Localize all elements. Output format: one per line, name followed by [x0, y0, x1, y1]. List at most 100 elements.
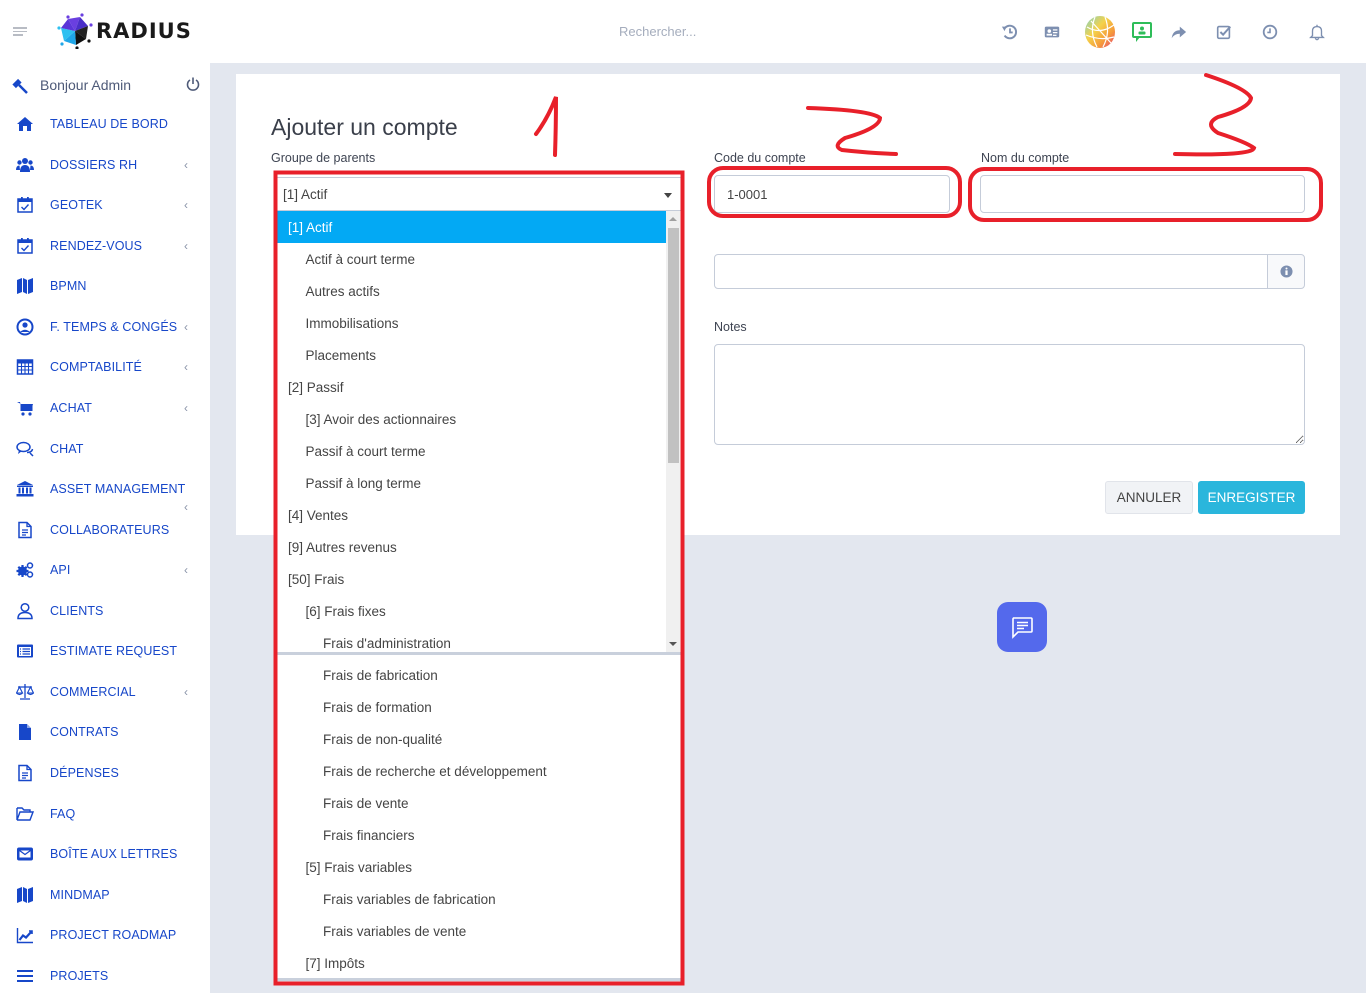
- checkbox-icon[interactable]: [1208, 16, 1240, 48]
- sidebar-item-comptabilite[interactable]: COMPTABILITÉ ‹: [0, 349, 210, 385]
- id-card-icon[interactable]: [1036, 16, 1068, 48]
- sidebar-item-boite-aux-lettres[interactable]: BOÎTE AUX LETTRES: [0, 836, 210, 872]
- dropdown-option[interactable]: Frais de vente: [276, 787, 666, 819]
- dropdown-option[interactable]: Frais variables de vente: [276, 915, 666, 947]
- sidebar-item-label: ACHAT: [50, 401, 92, 415]
- account-name-label: Nom du compte: [981, 151, 1070, 165]
- dropdown-option[interactable]: [50] Frais: [276, 563, 666, 595]
- power-icon[interactable]: [185, 76, 201, 92]
- chat-button[interactable]: [997, 602, 1047, 652]
- sidebar-item-bpmn[interactable]: BPMN: [0, 268, 210, 304]
- scrollbar-thumb[interactable]: [668, 228, 679, 463]
- dropdown-option[interactable]: Immobilisations: [276, 307, 666, 339]
- home-icon: [16, 115, 34, 133]
- dropdown-option[interactable]: Frais de fabrication: [276, 659, 666, 691]
- info-icon: [1279, 265, 1293, 278]
- sidebar-item-label: GEOTEK: [50, 198, 103, 212]
- sidebar-item-label: DOSSIERS RH: [50, 158, 138, 172]
- share-icon[interactable]: [1162, 16, 1194, 48]
- dropdown-option[interactable]: Frais financiers: [276, 819, 666, 851]
- sidebar-item-collaborateurs[interactable]: COLLABORATEURS: [0, 512, 210, 548]
- search-input[interactable]: [619, 24, 819, 39]
- sidebar-item-label: COMPTABILITÉ: [50, 360, 142, 374]
- globe-logo-icon[interactable]: [1083, 15, 1117, 49]
- dropdown-overflow-list: Frais de fabrication Frais de formation Fr…: [276, 655, 681, 980]
- sidebar-item-depenses[interactable]: DÉPENSES: [0, 755, 210, 791]
- dropdown-option[interactable]: [6] Frais fixes: [276, 595, 666, 627]
- dropdown-option[interactable]: [9] Autres revenus: [276, 531, 666, 563]
- parent-group-select[interactable]: [1] Actif: [274, 177, 682, 211]
- save-button[interactable]: ENREGISTER: [1198, 481, 1305, 514]
- extra-field-input[interactable]: [714, 254, 1268, 289]
- map-icon: [16, 277, 34, 295]
- notes-textarea[interactable]: [714, 344, 1305, 445]
- hamburger-menu-icon[interactable]: [13, 27, 27, 37]
- line-chart-icon: [16, 926, 34, 944]
- dropdown-option[interactable]: Autres actifs: [276, 275, 666, 307]
- sidebar-item-commercial[interactable]: COMMERCIAL ‹: [0, 674, 210, 710]
- gavel-icon: [12, 78, 28, 94]
- sidebar-item-label: F. TEMPS & CONGÉS: [50, 320, 178, 334]
- sidebar-item-label: TABLEAU DE BORD: [50, 117, 168, 131]
- dropdown-option[interactable]: [5] Frais variables: [276, 851, 666, 883]
- sidebar-item-mindmap[interactable]: MINDMAP: [0, 877, 210, 913]
- sidebar-item-project-roadmap[interactable]: PROJECT ROADMAP: [0, 917, 210, 953]
- account-code-label: Code du compte: [714, 151, 806, 165]
- sidebar-item-label: PROJETS: [50, 969, 109, 983]
- calculator-icon: [16, 358, 34, 376]
- top-bar: RADIUS: [0, 0, 1366, 63]
- sidebar-item-asset-management[interactable]: ASSET MANAGEMENT ‹: [0, 471, 210, 514]
- parent-group-value: [1] Actif: [283, 187, 328, 202]
- scroll-up-icon[interactable]: [669, 217, 677, 221]
- dropdown-option[interactable]: [4] Ventes: [276, 499, 666, 531]
- sidebar-item-label: ASSET MANAGEMENT: [50, 482, 186, 496]
- presentation-user-icon[interactable]: [1126, 16, 1158, 48]
- sidebar-item-dossiers-rh[interactable]: DOSSIERS RH ‹: [0, 147, 210, 183]
- dropdown-option[interactable]: [1] Actif: [276, 211, 666, 243]
- dropdown-option[interactable]: Actif à court terme: [276, 243, 666, 275]
- sidebar-item-f-temps-conges[interactable]: F. TEMPS & CONGÉS ‹: [0, 309, 210, 345]
- sidebar-item-label: ESTIMATE REQUEST: [50, 644, 178, 658]
- sidebar-item-chat[interactable]: CHAT: [0, 431, 210, 467]
- account-name-input[interactable]: [980, 175, 1305, 213]
- sidebar-item-tableau-de-bord[interactable]: TABLEAU DE BORD: [0, 106, 210, 142]
- chevron-left-icon: ‹: [184, 158, 188, 172]
- sidebar-item-contrats[interactable]: CONTRATS: [0, 714, 210, 750]
- caret-down-icon: [664, 193, 672, 198]
- history-icon[interactable]: [994, 16, 1026, 48]
- balance-scale-icon: [16, 683, 34, 701]
- bell-icon[interactable]: [1301, 16, 1333, 48]
- sidebar-item-estimate-request[interactable]: ESTIMATE REQUEST: [0, 633, 210, 669]
- dropdown-option[interactable]: [3] Avoir des actionnaires: [276, 403, 666, 435]
- sidebar-item-label: CHAT: [50, 442, 84, 456]
- sidebar-item-clients[interactable]: CLIENTS: [0, 593, 210, 629]
- dropdown-option[interactable]: [2] Passif: [276, 371, 666, 403]
- chevron-left-icon: ‹: [184, 360, 188, 374]
- bars-icon: [16, 967, 34, 985]
- sidebar-item-rendez-vous[interactable]: RENDEZ-VOUS ‹: [0, 228, 210, 264]
- sidebar-item-label: BOÎTE AUX LETTRES: [50, 847, 178, 861]
- sidebar-item-projets[interactable]: PROJETS: [0, 958, 210, 993]
- dropdown-option[interactable]: Frais de formation: [276, 691, 666, 723]
- dropdown-option[interactable]: Frais de non-qualité: [276, 723, 666, 755]
- sidebar-item-faq[interactable]: FAQ: [0, 796, 210, 832]
- dropdown-option[interactable]: [7] Impôts: [276, 947, 666, 979]
- sidebar-item-label: COMMERCIAL: [50, 685, 136, 699]
- account-code-input[interactable]: [714, 175, 950, 213]
- sidebar-item-label: RENDEZ-VOUS: [50, 239, 143, 253]
- cancel-button[interactable]: ANNULER: [1105, 481, 1193, 514]
- dropdown-option[interactable]: Frais de recherche et développement: [276, 755, 666, 787]
- info-addon[interactable]: [1267, 254, 1305, 289]
- clock-icon[interactable]: [1254, 16, 1286, 48]
- dropdown-option[interactable]: Passif à long terme: [276, 467, 666, 499]
- sidebar-item-api[interactable]: API ‹: [0, 552, 210, 588]
- scroll-down-icon[interactable]: [669, 642, 677, 646]
- sidebar-item-geotek[interactable]: GEOTEK ‹: [0, 187, 210, 223]
- document-icon: [16, 521, 34, 539]
- dropdown-option[interactable]: Placements: [276, 339, 666, 371]
- dropdown-scrollbar[interactable]: [666, 211, 680, 652]
- dropdown-option[interactable]: Frais variables de fabrication: [276, 883, 666, 915]
- dropdown-option[interactable]: Passif à court terme: [276, 435, 666, 467]
- brand-logo[interactable]: RADIUS: [56, 13, 192, 49]
- sidebar-item-achat[interactable]: ACHAT ‹: [0, 390, 210, 426]
